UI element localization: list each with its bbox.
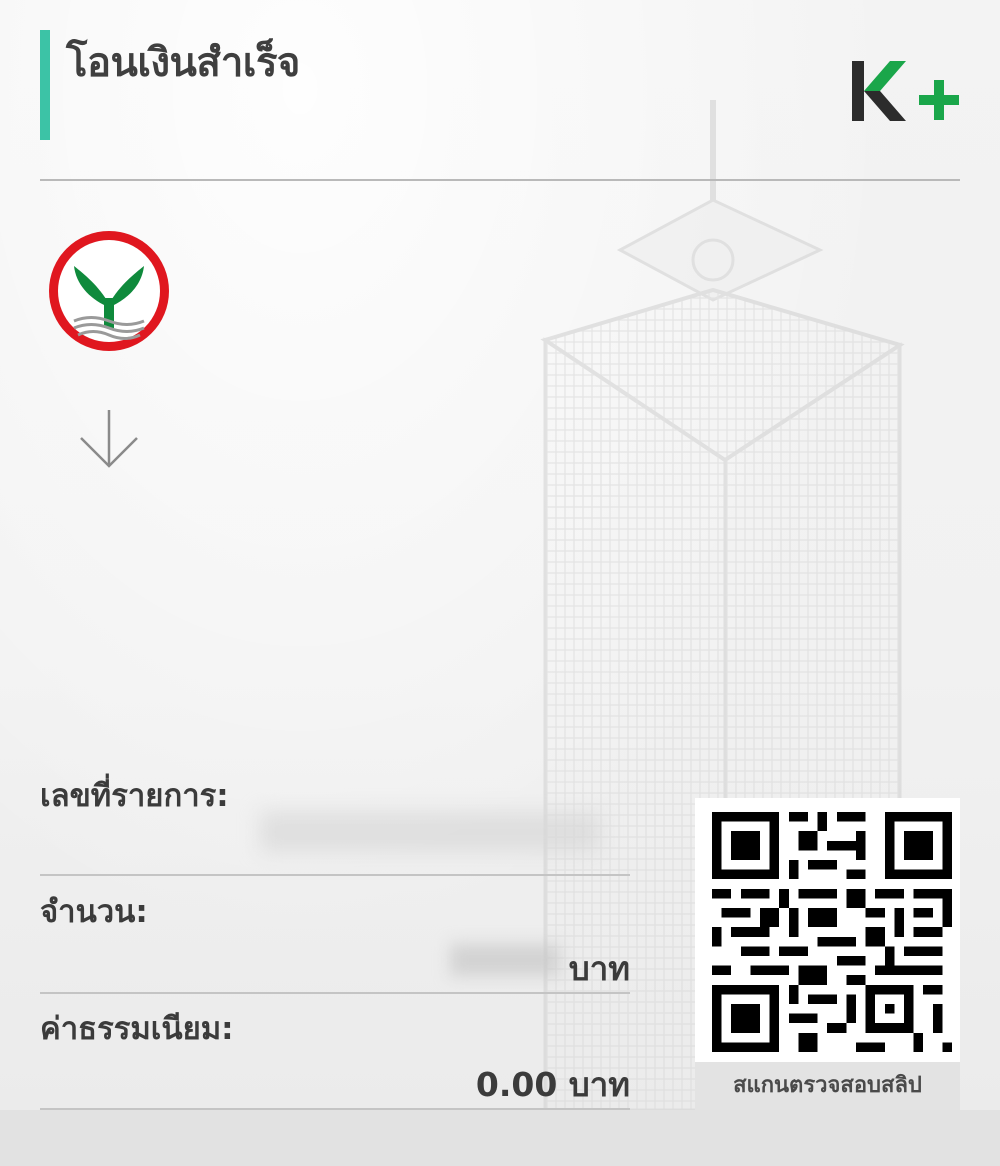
qr-code[interactable]: [712, 812, 952, 1052]
bottom-strip: [0, 1110, 1000, 1166]
fee-value: 0.00 บาท: [475, 1065, 630, 1104]
k-plus-logo: [852, 61, 959, 121]
transfer-slip: โอนเงินสำเร็จ เลขที่รายการ: จำนวน: บาท ค…: [0, 0, 1000, 1110]
qr-caption: สแกนตรวจสอบสลิป: [695, 1062, 960, 1110]
reference-value-redacted: [260, 812, 600, 852]
kasikorn-bank-logo: [49, 231, 169, 351]
fee-label: ค่าธรรมเนียม:: [40, 1011, 234, 1047]
reference-label: เลขที่รายการ:: [40, 778, 229, 814]
row-divider: [40, 874, 630, 876]
amount-currency: บาท: [568, 949, 630, 988]
title-accent-bar: [40, 30, 50, 140]
amount-label: จำนวน:: [40, 894, 148, 930]
header-divider: [40, 179, 960, 181]
down-arrow-icon: [80, 410, 138, 468]
page-title: โอนเงินสำเร็จ: [66, 40, 300, 86]
amount-value-redacted: [450, 944, 560, 976]
row-divider: [40, 992, 630, 994]
